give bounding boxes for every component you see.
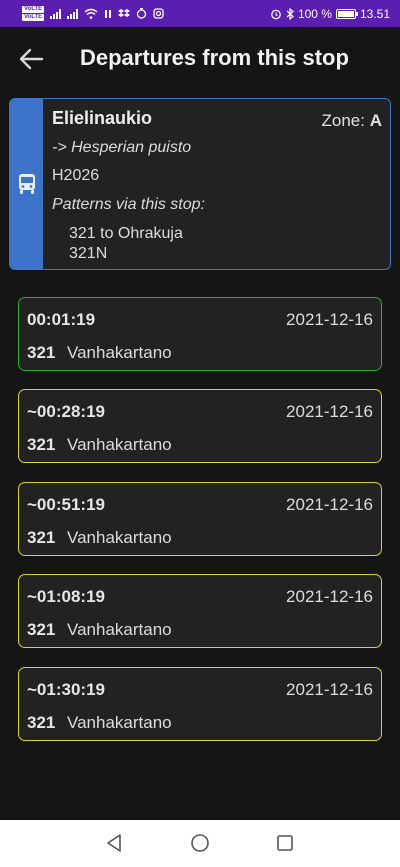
nav-recents-square-icon[interactable] (274, 832, 296, 854)
departure-route: 321 (27, 528, 56, 547)
status-right: 100 % 13.51 (270, 7, 390, 21)
nav-back-triangle-icon[interactable] (103, 832, 125, 854)
timer-icon (136, 8, 147, 19)
stop-zone: Zone: A (322, 111, 383, 131)
stop-info-card[interactable]: Elielinaukio Zone: A -> Hesperian puisto… (9, 98, 391, 270)
dropbox-icon (118, 9, 131, 17)
bus-icon (18, 174, 35, 194)
departure-route: 321 (27, 435, 56, 454)
departure-card[interactable]: ~00:51:19 2021-12-16 321 Vanhakartano (18, 482, 382, 556)
departure-card[interactable]: 00:01:19 2021-12-16 321 Vanhakartano (18, 297, 382, 371)
alarm-icon (271, 9, 281, 19)
departure-date: 2021-12-16 (286, 310, 373, 329)
pattern-item: 321 to Ohrakuja (69, 225, 183, 242)
departure-time: ~00:51:19 (27, 495, 105, 514)
battery-percent: 100 % (297, 6, 332, 21)
zone-value: A (369, 111, 382, 130)
volte-icons: VoLTE VoLTE (22, 6, 45, 21)
arrow-left-icon[interactable] (18, 47, 44, 71)
zone-label: Zone: (321, 111, 365, 130)
stop-name: Elielinaukio (52, 108, 153, 128)
nav-home-circle-icon[interactable] (189, 832, 211, 854)
departure-route: 321 (27, 620, 56, 639)
volte-label-1: VoLTE (22, 6, 45, 13)
instagram-icon (153, 8, 164, 19)
status-left: VoLTE VoLTE (22, 6, 164, 21)
departure-card[interactable]: ~01:30:19 2021-12-16 321 Vanhakartano (18, 667, 382, 741)
departure-date: 2021-12-16 (286, 587, 373, 606)
app-bar: Departures from this stop (0, 27, 400, 91)
stop-direction: -> Hesperian puisto (52, 139, 192, 156)
wifi-icon (84, 8, 98, 19)
volte-label-2: VoLTE (22, 14, 45, 21)
clock: 13.51 (359, 6, 390, 21)
battery-icon (335, 8, 358, 19)
departure-time: 00:01:19 (27, 310, 96, 329)
departure-date: 2021-12-16 (286, 402, 373, 421)
departure-route: 321 (27, 343, 56, 362)
departure-time: ~00:28:19 (27, 402, 105, 421)
patterns-list: 321 to Ohrakuja 321N (69, 224, 183, 264)
departure-date: 2021-12-16 (286, 495, 373, 514)
departure-time: ~01:30:19 (27, 680, 105, 699)
signal-icon-2 (67, 8, 79, 19)
status-bar: VoLTE VoLTE 100 % 13.51 (0, 0, 400, 27)
system-nav-bar (0, 820, 400, 867)
bluetooth-icon (286, 7, 294, 20)
stop-code: H2026 (52, 167, 100, 184)
departure-date: 2021-12-16 (286, 680, 373, 699)
departure-destination: Vanhakartano (67, 435, 172, 454)
page-title: Departures from this stop (80, 45, 349, 70)
pause-icon (105, 9, 112, 18)
departure-destination: Vanhakartano (67, 528, 172, 547)
departure-destination: Vanhakartano (67, 713, 172, 732)
patterns-label: Patterns via this stop: (52, 196, 205, 213)
stop-card-stripe (10, 99, 43, 269)
departure-time: ~01:08:19 (27, 587, 105, 606)
departure-destination: Vanhakartano (67, 620, 172, 639)
signal-icon (50, 8, 62, 19)
pattern-item: 321N (69, 245, 108, 262)
departure-card[interactable]: ~00:28:19 2021-12-16 321 Vanhakartano (18, 389, 382, 463)
departure-route: 321 (27, 713, 56, 732)
departure-destination: Vanhakartano (67, 343, 172, 362)
departure-card[interactable]: ~01:08:19 2021-12-16 321 Vanhakartano (18, 574, 382, 648)
